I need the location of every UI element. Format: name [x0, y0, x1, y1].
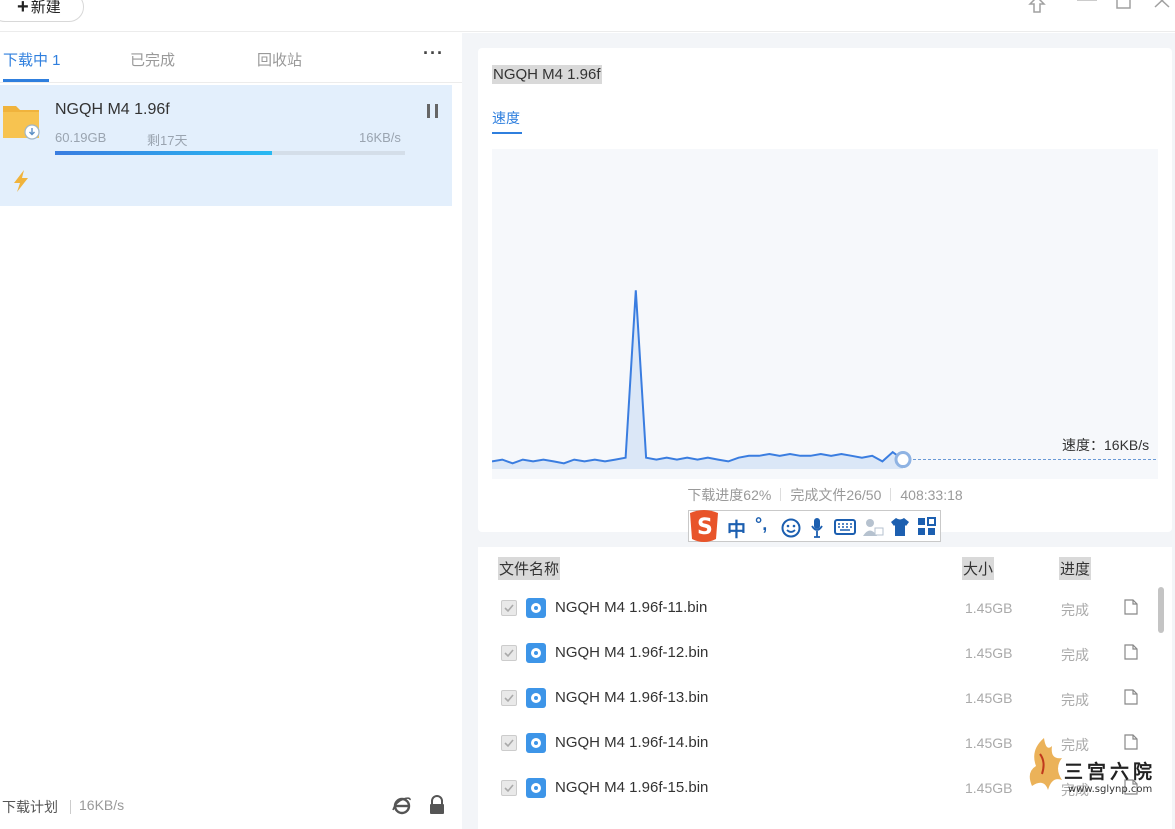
- stat-files: 完成文件26/50: [790, 487, 882, 503]
- file-name: NGQH M4 1.96f-15.bin: [555, 779, 709, 796]
- svg-text:三宫六院: 三宫六院: [1064, 760, 1152, 783]
- file-row[interactable]: NGQH M4 1.96f-13.bin 1.45GB 完成: [478, 677, 1158, 722]
- tab-downloading[interactable]: 下载中 1: [3, 49, 61, 70]
- task-tabs: 下载中 1 已完成 回收站 ···: [0, 33, 462, 83]
- close-icon[interactable]: [1153, 0, 1173, 12]
- tab-completed[interactable]: 已完成: [130, 49, 175, 70]
- task-remaining: 剩17天: [147, 133, 188, 148]
- speed-area: [492, 290, 903, 469]
- file-row[interactable]: NGQH M4 1.96f-11.bin 1.45GB 完成: [478, 587, 1158, 632]
- file-size: 1.45GB: [965, 780, 1013, 796]
- download-stats: 下载进度62% 完成文件26/50 408:33:18: [478, 485, 1172, 505]
- speed-card: NGQH M4 1.96f 速度 速度：16KB/s 下载进度62% 完成文件26…: [478, 48, 1172, 532]
- active-tab-indicator: [3, 79, 49, 82]
- new-task-label: 新建: [30, 0, 61, 16]
- header-file-name[interactable]: 文件名称: [498, 557, 561, 580]
- pause-icon[interactable]: [427, 104, 439, 118]
- tab-speed[interactable]: 速度: [492, 108, 520, 128]
- more-icon[interactable]: ···: [423, 43, 444, 64]
- maximize-icon[interactable]: [1116, 0, 1132, 12]
- sglynp-watermark-logo: 三宫六院 www.sglynp.com: [1029, 738, 1152, 795]
- minimize-icon[interactable]: —: [1077, 0, 1097, 11]
- lock-icon[interactable]: [428, 795, 446, 815]
- new-task-button[interactable]: + 新建: [0, 0, 84, 22]
- header-progress[interactable]: 进度: [1059, 557, 1092, 580]
- skin-shirt-icon[interactable]: [890, 517, 910, 537]
- toolbox-grid-icon[interactable]: [917, 517, 937, 537]
- speed-chart: [492, 149, 1158, 479]
- header-size[interactable]: 大小: [962, 557, 995, 580]
- file-status: 完成: [1061, 692, 1089, 708]
- file-status: 完成: [1061, 602, 1089, 618]
- footer-divider: [70, 800, 71, 814]
- open-file-icon[interactable]: [1124, 644, 1138, 660]
- file-list-scrollbar[interactable]: [1158, 587, 1164, 633]
- browser-icon[interactable]: [392, 795, 412, 815]
- file-row[interactable]: NGQH M4 1.96f-12.bin 1.45GB 完成: [478, 632, 1158, 677]
- task-size: 60.19GB: [55, 130, 107, 145]
- stat-progress: 下载进度62%: [687, 487, 772, 503]
- folder-download-icon: [3, 106, 40, 140]
- file-checkbox[interactable]: [501, 780, 517, 796]
- task-speed: 16KB/s: [359, 130, 401, 145]
- file-name: NGQH M4 1.96f-13.bin: [555, 689, 709, 706]
- stat-time: 408:33:18: [900, 487, 963, 503]
- task-progress-fill: [55, 151, 272, 155]
- user-icon[interactable]: [862, 517, 884, 537]
- current-speed-point: [894, 451, 912, 469]
- plus-icon: +: [17, 0, 29, 18]
- bin-file-icon: [526, 688, 546, 708]
- task-panel: 下载中 1 已完成 回收站 ··· NGQH M4 1.96f 60.19GB …: [0, 33, 462, 829]
- file-size: 1.45GB: [965, 645, 1013, 661]
- download-plan-link[interactable]: 下载计划: [2, 797, 58, 817]
- task-progress-bar: [55, 151, 405, 155]
- current-speed-label: 速度：16KB/s: [1062, 437, 1150, 453]
- file-checkbox[interactable]: [501, 735, 517, 751]
- tab-recycle-bin[interactable]: 回收站: [257, 49, 302, 70]
- footer-speed: 16KB/s: [79, 797, 125, 813]
- file-checkbox[interactable]: [501, 600, 517, 616]
- file-size: 1.45GB: [965, 600, 1013, 616]
- file-name: NGQH M4 1.96f-12.bin: [555, 644, 709, 661]
- file-size: 1.45GB: [965, 690, 1013, 706]
- skin-icon[interactable]: [1024, 0, 1050, 16]
- keyboard-icon[interactable]: [834, 519, 856, 535]
- task-name: NGQH M4 1.96f: [55, 101, 170, 118]
- bin-file-icon: [526, 733, 546, 753]
- task-item[interactable]: NGQH M4 1.96f 60.19GB 剩17天 16KB/s: [0, 85, 452, 206]
- top-toolbar: +新建 —: [0, 0, 1175, 32]
- ime-mode-label[interactable]: 中: [727, 515, 746, 542]
- speed-tab-indicator: [492, 132, 522, 134]
- file-status: 完成: [1061, 647, 1089, 663]
- sogou-logo-icon[interactable]: S: [686, 509, 722, 543]
- file-name: NGQH M4 1.96f-14.bin: [555, 734, 709, 751]
- ime-toolbar: S 中 °,: [688, 510, 941, 542]
- emoji-icon[interactable]: [781, 518, 801, 538]
- svg-text:www.sglynp.com: www.sglynp.com: [1068, 784, 1152, 795]
- file-checkbox[interactable]: [501, 645, 517, 661]
- microphone-icon[interactable]: [810, 517, 824, 539]
- open-file-icon[interactable]: [1124, 599, 1138, 615]
- file-name: NGQH M4 1.96f-11.bin: [555, 599, 708, 616]
- speed-line: [492, 290, 904, 465]
- file-checkbox[interactable]: [501, 690, 517, 706]
- bin-file-icon: [526, 598, 546, 618]
- bin-file-icon: [526, 778, 546, 798]
- bin-file-icon: [526, 643, 546, 663]
- svg-text:S: S: [697, 515, 713, 540]
- detail-title: NGQH M4 1.96f: [492, 65, 602, 84]
- accelerate-bolt-icon[interactable]: [11, 169, 31, 193]
- open-file-icon[interactable]: [1124, 689, 1138, 705]
- ime-punct-label[interactable]: °,: [755, 514, 767, 535]
- left-footer: 下载计划 16KB/s: [0, 795, 462, 825]
- file-size: 1.45GB: [965, 735, 1013, 751]
